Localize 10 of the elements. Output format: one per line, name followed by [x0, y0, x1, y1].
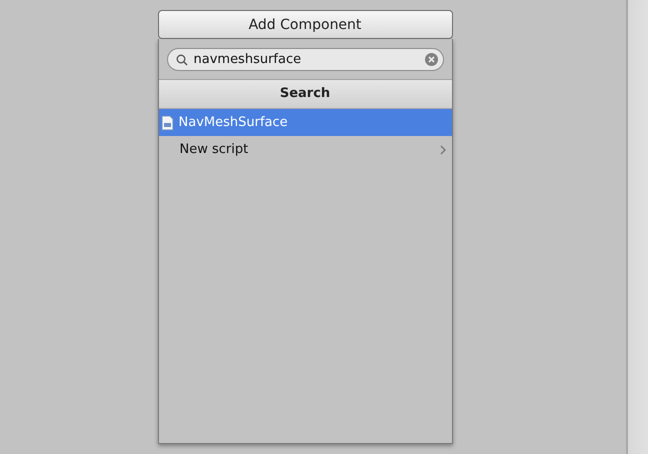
menu-item[interactable]: NavMeshSurface — [158, 109, 452, 136]
popup-header: Search — [158, 80, 452, 109]
menu-item[interactable]: New script — [158, 136, 452, 163]
add-component-button[interactable]: Add Component — [158, 10, 452, 39]
script-file-icon — [160, 114, 174, 130]
chevron-right-icon — [440, 144, 446, 154]
search-input[interactable]: navmeshsurface — [194, 52, 418, 67]
search-field[interactable]: navmeshsurface — [166, 48, 444, 71]
clear-icon[interactable] — [424, 53, 438, 66]
search-icon — [176, 54, 188, 66]
